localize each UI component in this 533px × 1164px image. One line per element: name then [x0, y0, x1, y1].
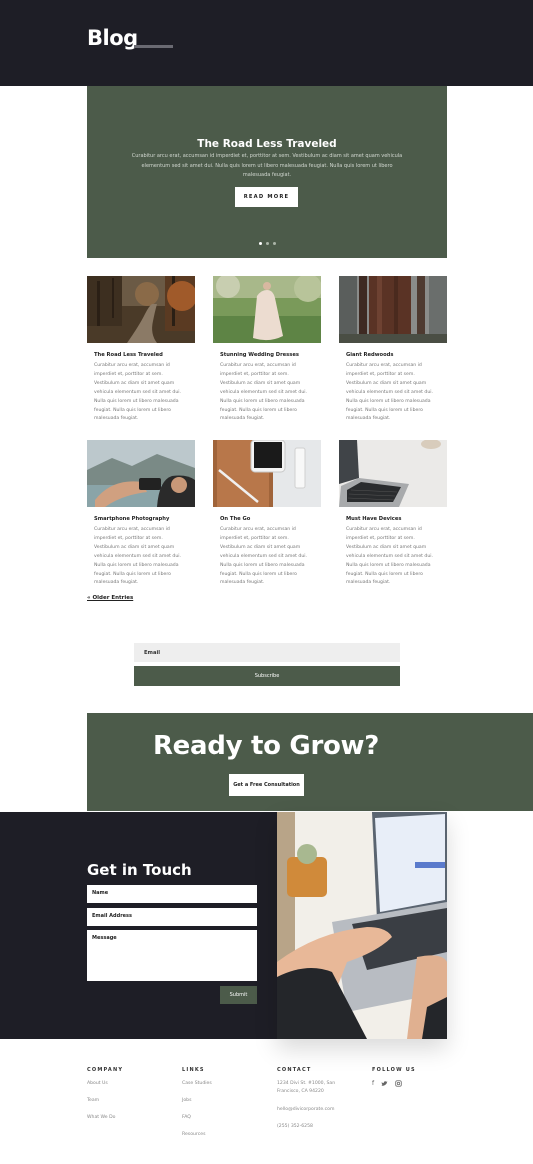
footer-heading: COMPANY — [87, 1067, 124, 1073]
name-field[interactable]: Name — [87, 885, 257, 903]
site-footer: COMPANY About Us Team What We Do LINKS C… — [0, 1062, 533, 1164]
footer-heading: LINKS — [182, 1067, 205, 1073]
post-excerpt: Curabitur arcu erat, accumsan id imperdi… — [220, 527, 307, 586]
post-excerpt: Curabitur arcu erat, accumsan id imperdi… — [346, 363, 433, 422]
post-title[interactable]: Stunning Wedding Dresses — [213, 352, 321, 358]
laptop-photo[interactable] — [339, 440, 447, 507]
footer-link[interactable]: FAQ — [182, 1114, 212, 1131]
facebook-icon[interactable]: f — [372, 1080, 374, 1089]
newsletter-email-input[interactable]: Email — [134, 643, 400, 662]
footer-link[interactable]: Team — [87, 1097, 123, 1114]
free-consultation-button[interactable]: Get a Free Consultation — [229, 774, 304, 796]
older-entries-link[interactable]: « Older Entries — [87, 595, 133, 601]
footer-link[interactable]: Jobs — [182, 1097, 212, 1114]
contact-section: Get in Touch Name Email Address Message … — [0, 812, 277, 1039]
footer-contact: CONTACT 1234 Divi St. #1000, San Francis… — [277, 1067, 352, 1140]
post-excerpt: Curabitur arcu erat, accumsan id imperdi… — [346, 527, 433, 586]
footer-link[interactable]: Case Studies — [182, 1080, 212, 1097]
footer-link[interactable]: Resources — [182, 1131, 212, 1148]
page-header: Blog — [0, 0, 533, 86]
contact-title: Get in Touch — [87, 861, 192, 879]
footer-follow: FOLLOW US f — [372, 1067, 416, 1089]
post-title[interactable]: Smartphone Photography — [87, 516, 195, 522]
footer-address: 1234 Divi St. #1000, San Francisco, CA 9… — [277, 1081, 336, 1094]
post-excerpt: Curabitur arcu erat, accumsan id imperdi… — [220, 363, 307, 422]
blog-post-card[interactable]: Must Have Devices Curabitur arcu erat, a… — [339, 440, 447, 588]
submit-button[interactable]: Submit — [220, 986, 257, 1004]
slider-dot-3[interactable] — [272, 242, 276, 245]
read-more-button[interactable]: READ MORE — [235, 187, 298, 207]
footer-link[interactable]: What We Do — [87, 1114, 123, 1131]
slider-dot-1[interactable] — [258, 242, 262, 245]
footer-heading: FOLLOW US — [372, 1067, 416, 1073]
post-title[interactable]: Must Have Devices — [339, 516, 447, 522]
page-title: Blog — [87, 26, 138, 50]
social-icons: f — [372, 1080, 416, 1089]
message-field[interactable]: Message — [87, 930, 257, 981]
subscribe-button[interactable]: Subscribe — [134, 666, 400, 686]
post-excerpt: Curabitur arcu erat, accumsan id imperdi… — [94, 363, 181, 422]
slide-title: The Road Less Traveled — [197, 138, 337, 150]
footer-link[interactable]: About Us — [87, 1080, 123, 1097]
cta-banner: Ready to Grow? Get a Free Consultation — [87, 713, 533, 811]
footer-links: LINKS Case Studies Jobs FAQ Resources — [182, 1067, 212, 1148]
slider-dots — [87, 242, 447, 245]
post-title[interactable]: On The Go — [213, 516, 321, 522]
footer-heading: CONTACT — [277, 1067, 312, 1073]
title-underline — [134, 45, 173, 48]
featured-slider: The Road Less Traveled Curabitur arcu er… — [87, 86, 447, 258]
blog-post-card[interactable]: On The Go Curabitur arcu erat, accumsan … — [213, 440, 321, 588]
laptop-hands-photo — [277, 812, 447, 1039]
slide-text: Curabitur arcu erat, accumsan id imperdi… — [131, 153, 403, 178]
footer-phone[interactable]: (255) 352-6258 — [277, 1123, 352, 1140]
twitter-icon[interactable] — [381, 1080, 388, 1089]
cta-title: Ready to Grow? — [152, 731, 380, 761]
post-title[interactable]: The Road Less Traveled — [87, 352, 195, 358]
post-title[interactable]: Giant Redwoods — [339, 352, 447, 358]
email-field[interactable]: Email Address — [87, 908, 257, 926]
blog-post-card[interactable]: Smartphone Photography Curabitur arcu er… — [87, 440, 195, 588]
slider-dot-2[interactable] — [265, 242, 269, 245]
blog-post-card[interactable]: Stunning Wedding Dresses Curabitur arcu … — [213, 276, 321, 424]
post-excerpt: Curabitur arcu erat, accumsan id imperdi… — [94, 527, 181, 586]
forest-road-photo[interactable] — [87, 276, 195, 343]
phone-wallet-photo[interactable] — [213, 440, 321, 507]
footer-company: COMPANY About Us Team What We Do — [87, 1067, 123, 1131]
wedding-dress-photo[interactable] — [213, 276, 321, 343]
instagram-icon[interactable] — [395, 1080, 402, 1089]
blog-post-card[interactable]: Giant Redwoods Curabitur arcu erat, accu… — [339, 276, 447, 424]
redwoods-photo[interactable] — [339, 276, 447, 343]
blog-post-card[interactable]: The Road Less Traveled Curabitur arcu er… — [87, 276, 195, 424]
smartphone-photo[interactable] — [87, 440, 195, 507]
footer-email[interactable]: hello@divicorporate.com — [277, 1106, 352, 1123]
